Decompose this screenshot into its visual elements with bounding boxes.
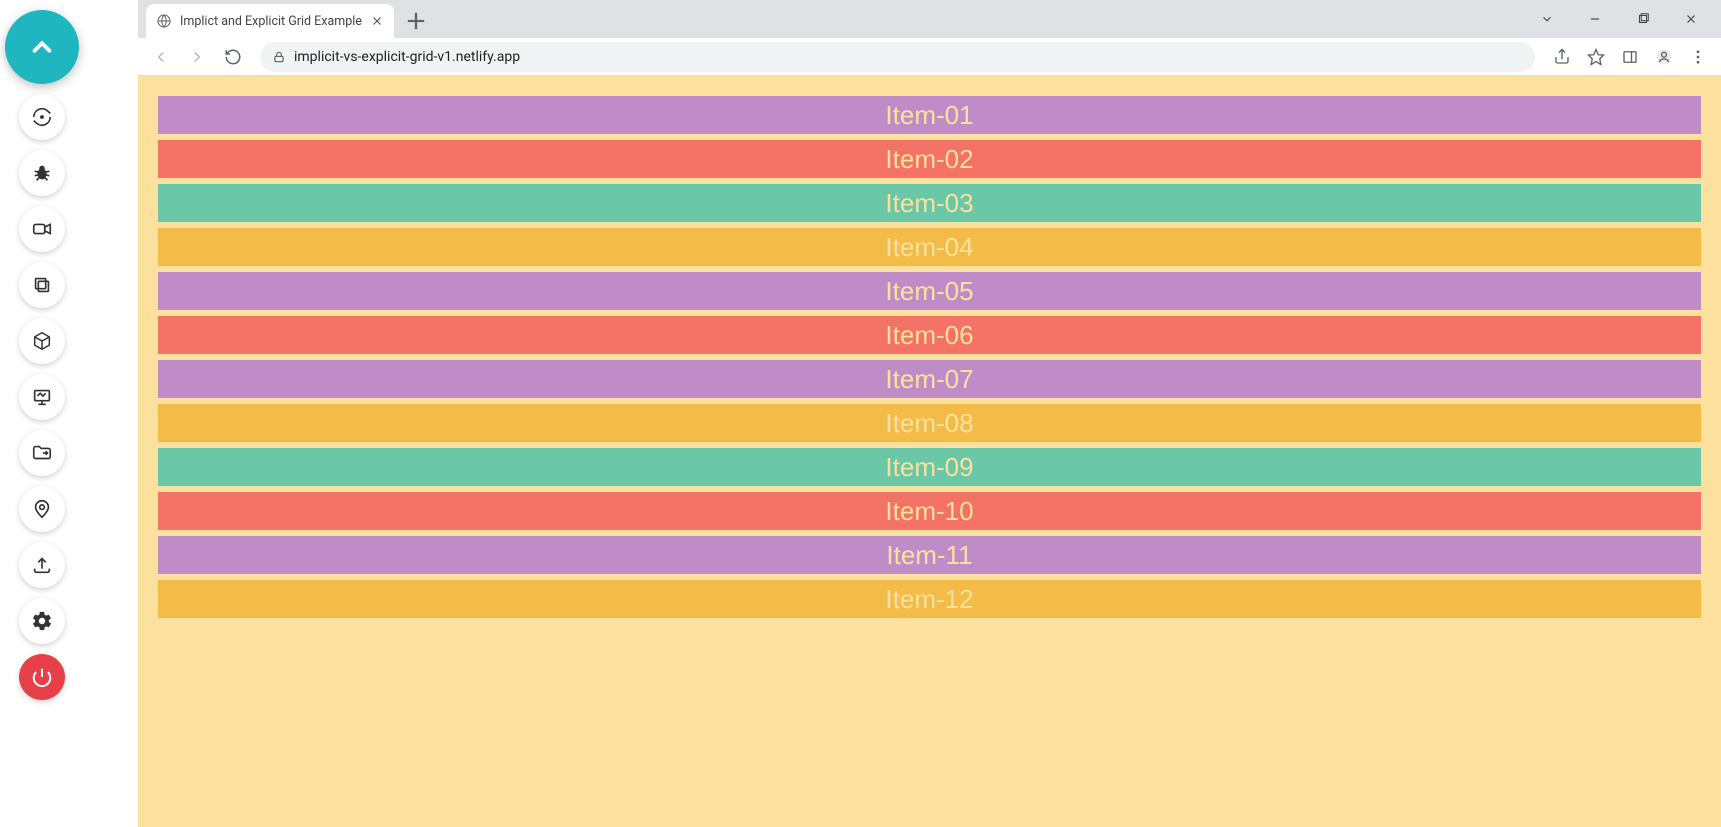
settings-button[interactable] [19, 598, 65, 644]
grid-item: Item-12 [158, 580, 1701, 618]
power-button[interactable] [19, 654, 65, 700]
grid-item: Item-07 [158, 360, 1701, 398]
sync-button[interactable] [19, 94, 65, 140]
grid-item: Item-03 [158, 184, 1701, 222]
side-panel-icon[interactable] [1615, 42, 1645, 72]
browser-window: Implict and Explicit Grid Example implic… [138, 0, 1721, 827]
bug-button[interactable] [19, 150, 65, 196]
lock-icon [272, 50, 286, 64]
tab-title: Implict and Explicit Grid Example [180, 14, 362, 29]
menu-icon[interactable] [1683, 42, 1713, 72]
back-button[interactable] [146, 42, 176, 72]
upload-button[interactable] [19, 542, 65, 588]
page-viewport[interactable]: Item-01 Item-02 Item-03 Item-04 Item-05 Item-… [138, 76, 1721, 827]
dropdown-icon[interactable] [1533, 5, 1561, 33]
package-button[interactable] [19, 318, 65, 364]
grid-item: Item-01 [158, 96, 1701, 134]
copy-button[interactable] [19, 262, 65, 308]
grid-item: Item-09 [158, 448, 1701, 486]
location-button[interactable] [19, 486, 65, 532]
grid-item: Item-11 [158, 536, 1701, 574]
grid-item: Item-06 [158, 316, 1701, 354]
monitor-button[interactable] [19, 374, 65, 420]
profile-icon[interactable] [1649, 42, 1679, 72]
maximize-window-button[interactable] [1629, 5, 1657, 33]
globe-icon [156, 13, 172, 29]
reload-button[interactable] [218, 42, 248, 72]
grid-item: Item-04 [158, 228, 1701, 266]
address-bar[interactable]: implicit-vs-explicit-grid-v1.netlify.app [260, 42, 1535, 72]
share-icon[interactable] [1547, 42, 1577, 72]
devtools-toolbar [0, 0, 84, 827]
close-window-button[interactable] [1677, 5, 1705, 33]
browser-tab[interactable]: Implict and Explicit Grid Example [146, 4, 394, 38]
grid-item: Item-08 [158, 404, 1701, 442]
minimize-window-button[interactable] [1581, 5, 1609, 33]
tab-strip: Implict and Explicit Grid Example [138, 0, 1721, 38]
folder-button[interactable] [19, 430, 65, 476]
bookmark-icon[interactable] [1581, 42, 1611, 72]
browser-toolbar: implicit-vs-explicit-grid-v1.netlify.app [138, 38, 1721, 76]
grid-item: Item-10 [158, 492, 1701, 530]
camera-button[interactable] [19, 206, 65, 252]
grid-container: Item-01 Item-02 Item-03 Item-04 Item-05 Item-… [158, 96, 1701, 618]
new-tab-button[interactable] [402, 7, 430, 35]
window-controls [1533, 0, 1715, 38]
grid-item: Item-05 [158, 272, 1701, 310]
collapse-button[interactable] [5, 10, 79, 84]
grid-item: Item-02 [158, 140, 1701, 178]
url-text: implicit-vs-explicit-grid-v1.netlify.app [294, 49, 1523, 65]
close-tab-icon[interactable] [370, 14, 384, 28]
forward-button[interactable] [182, 42, 212, 72]
toolbar-actions [1547, 42, 1713, 72]
